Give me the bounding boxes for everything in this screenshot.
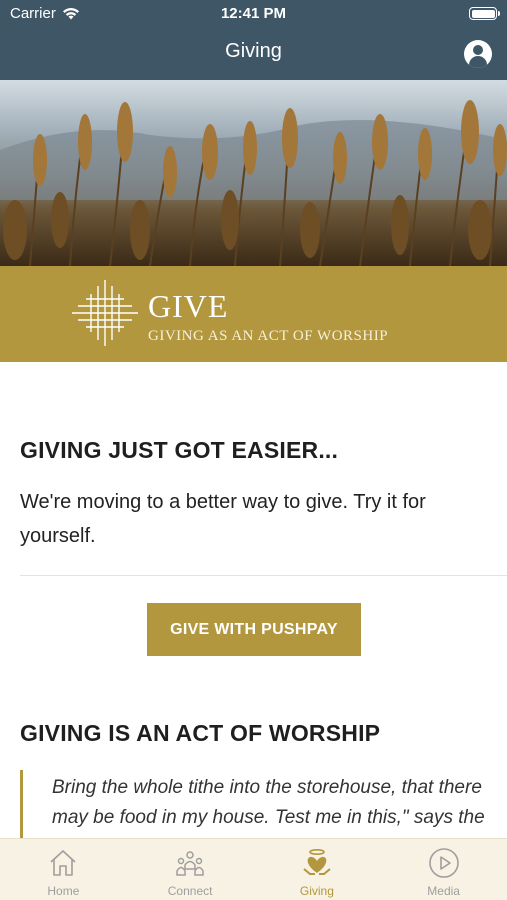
- tab-giving[interactable]: Giving: [254, 839, 381, 900]
- tab-connect[interactable]: Connect: [127, 839, 254, 900]
- status-bar: Carrier 12:41 PM: [0, 0, 507, 28]
- divider: [20, 575, 507, 576]
- tab-media-label: Media: [427, 884, 460, 898]
- tab-home-label: Home: [47, 884, 80, 898]
- scripture-quote: Bring the whole tithe into the storehous…: [20, 770, 507, 840]
- give-with-pushpay-button[interactable]: GIVE WITH PUSHPAY: [147, 603, 361, 656]
- top-navigation-bar: Carrier 12:41 PM Giving: [0, 0, 507, 80]
- give-banner: GIVE GIVING AS AN ACT OF WORSHIP: [0, 266, 507, 362]
- status-time: 12:41 PM: [220, 5, 287, 22]
- play-circle-icon: [428, 848, 459, 878]
- bottom-tab-bar: Home Connect Giving Media: [0, 838, 507, 900]
- page-title: Giving: [225, 40, 282, 62]
- tab-home[interactable]: Home: [0, 839, 127, 900]
- tab-giving-label: Giving: [299, 884, 334, 898]
- giving-hands-icon: [303, 848, 331, 875]
- hero-wheat-image: [0, 80, 507, 266]
- home-icon: [50, 850, 76, 876]
- person-circle-icon[interactable]: [464, 40, 492, 68]
- section-heading-easier: GIVING JUST GOT EASIER...: [20, 437, 339, 463]
- banner-title: GIVE: [148, 288, 229, 324]
- section-heading-worship: GIVING IS AN ACT OF WORSHIP: [20, 720, 381, 746]
- battery-icon: [469, 7, 500, 20]
- tab-media[interactable]: Media: [380, 839, 507, 900]
- section-body-text: We're moving to a better way to give. Tr…: [20, 491, 426, 547]
- tab-connect-label: Connect: [167, 884, 213, 898]
- lattice-cross-icon: [72, 280, 138, 346]
- people-icon: [176, 851, 204, 876]
- banner-subtitle: GIVING AS AN ACT OF WORSHIP: [148, 328, 389, 344]
